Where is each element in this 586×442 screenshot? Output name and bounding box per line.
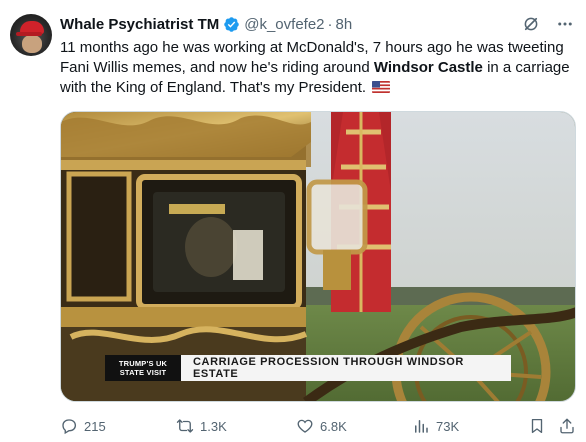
tweet-actions: 215 1.3K 6.8K 73K bbox=[60, 414, 576, 438]
heart-icon bbox=[297, 419, 313, 433]
verified-badge-icon bbox=[224, 16, 239, 32]
views-button[interactable]: 73K bbox=[412, 417, 459, 435]
media-video[interactable]: TRUMP'S UK STATE VISIT CARRIAGE PROCESSI… bbox=[60, 111, 576, 402]
reply-button[interactable]: 215 bbox=[60, 417, 106, 435]
tweet-text: 11 months ago he was working at McDonald… bbox=[60, 38, 576, 98]
tweet-text-bold: Windsor Castle bbox=[373, 59, 483, 76]
share-icon bbox=[560, 418, 574, 434]
us-flag-icon bbox=[372, 81, 391, 93]
banner-caption: CARRIAGE PROCESSION THROUGH WINDSOR ESTA… bbox=[181, 355, 511, 381]
reply-count: 215 bbox=[84, 418, 106, 434]
bookmark-icon bbox=[531, 418, 543, 434]
avatar-face bbox=[22, 35, 42, 53]
avatar-hat-brim bbox=[16, 32, 42, 36]
bookmark-button[interactable] bbox=[528, 417, 546, 435]
banner-tag: TRUMP'S UK STATE VISIT bbox=[105, 355, 181, 381]
avatar[interactable] bbox=[10, 14, 52, 56]
reply-icon bbox=[62, 419, 77, 435]
share-button[interactable] bbox=[558, 417, 576, 435]
like-button[interactable]: 6.8K bbox=[296, 417, 347, 435]
repost-count: 1.3K bbox=[200, 418, 227, 434]
repost-icon bbox=[176, 419, 194, 433]
more-options-icon[interactable] bbox=[556, 15, 574, 33]
header-actions bbox=[522, 13, 574, 35]
separator-dot: · bbox=[327, 15, 333, 33]
name-suffix: TM bbox=[197, 15, 220, 33]
views-count: 73K bbox=[436, 418, 460, 434]
display-name[interactable]: Whale Psychiatrist TM bbox=[60, 16, 219, 33]
repost-button[interactable]: 1.3K bbox=[176, 417, 227, 435]
tweet-time[interactable]: 8h bbox=[336, 16, 353, 33]
news-banner: TRUMP'S UK STATE VISIT CARRIAGE PROCESSI… bbox=[105, 355, 511, 381]
user-handle[interactable]: @k_ovfefe2 bbox=[244, 16, 324, 33]
grok-icon[interactable] bbox=[522, 15, 540, 33]
tweet-header: Whale Psychiatrist TM @k_ovfefe2 · 8h bbox=[60, 13, 574, 35]
views-icon bbox=[415, 420, 428, 433]
like-count: 6.8K bbox=[320, 418, 347, 434]
